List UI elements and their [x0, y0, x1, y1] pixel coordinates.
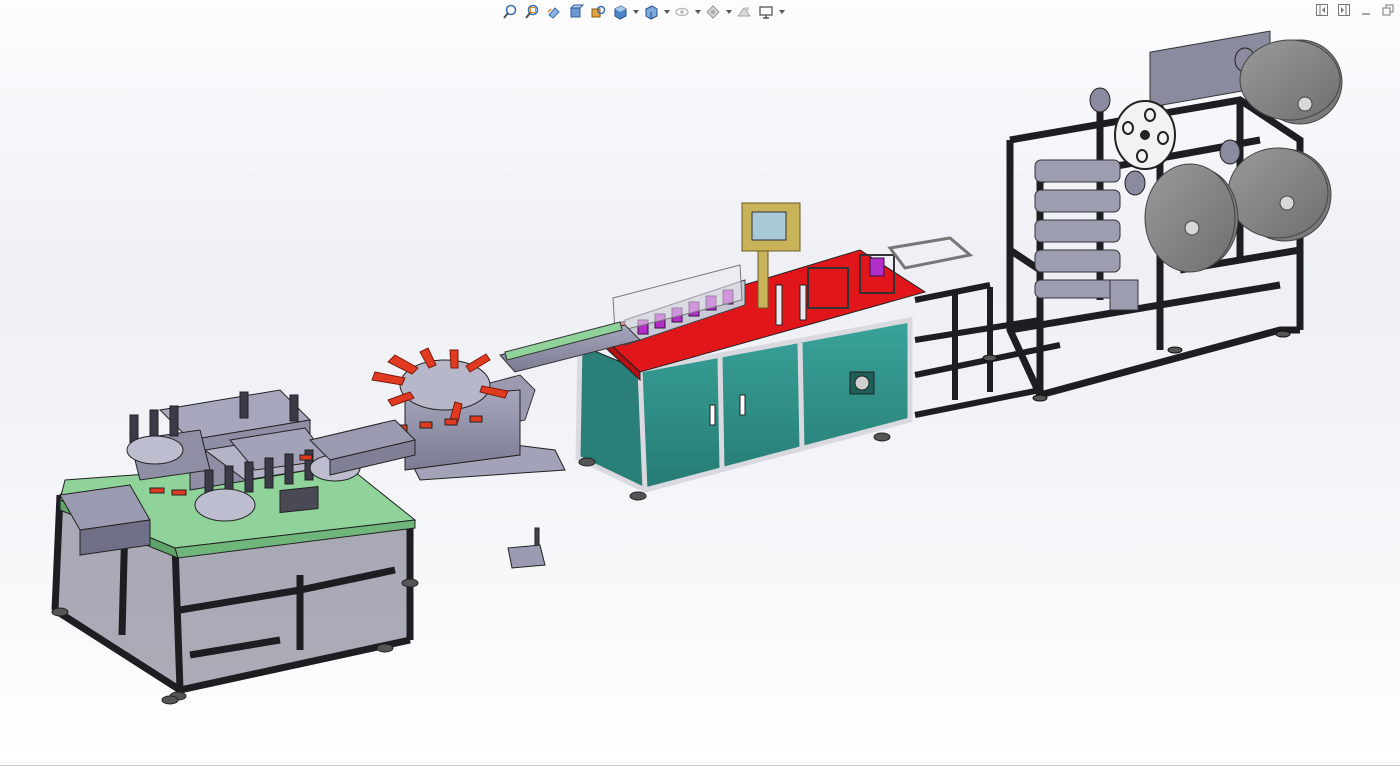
section-view-icon: [569, 4, 584, 18]
zoom-to-fit-icon: [503, 4, 517, 19]
model-viewport[interactable]: [0, 0, 1400, 766]
dynamic-annotation-button[interactable]: [588, 2, 608, 22]
view-settings-dropdown[interactable]: [778, 2, 785, 22]
apply-scene-icon: [737, 7, 751, 17]
edit-appearance-dropdown[interactable]: [725, 2, 732, 22]
minimize-button[interactable]: [1358, 2, 1374, 18]
ear-loop-welding-machine: [51, 389, 419, 705]
caret-down-icon: [725, 10, 732, 14]
hide-show-items-dropdown[interactable]: [694, 2, 701, 22]
section-view-button[interactable]: [566, 2, 586, 22]
window-controls: [1314, 2, 1396, 18]
caret-down-icon: [663, 10, 670, 14]
apply-scene-button[interactable]: [734, 2, 754, 22]
minimize-icon: [1362, 13, 1370, 15]
caret-down-icon: [632, 10, 639, 14]
production-line-assembly-drawing: [51, 30, 1343, 705]
display-style-button[interactable]: [641, 2, 661, 22]
restore-icon: [1382, 4, 1394, 16]
caret-down-icon: [778, 10, 785, 14]
material-roll: [1144, 163, 1239, 273]
zoom-to-area-icon: [525, 4, 539, 19]
view-settings-icon: [759, 6, 773, 19]
caret-down-icon: [694, 10, 701, 14]
heads-up-view-toolbar: [500, 0, 785, 24]
zoom-to-fit-button[interactable]: [500, 2, 520, 22]
tile-right-icon: [1338, 4, 1350, 16]
previous-view-icon: [547, 7, 560, 19]
hide-show-items-icon: [675, 7, 689, 17]
dynamic-annotation-icon: [591, 5, 606, 18]
tile-right-button[interactable]: [1336, 2, 1352, 18]
view-orientation-icon: [614, 5, 627, 20]
spoked-reel: [1114, 100, 1176, 170]
tile-left-icon: [1316, 4, 1328, 16]
tile-left-button[interactable]: [1314, 2, 1330, 18]
restore-button[interactable]: [1380, 2, 1396, 18]
unwind-station: [914, 30, 1343, 418]
view-orientation-button[interactable]: [610, 2, 630, 22]
view-settings-button[interactable]: [756, 2, 776, 22]
hide-show-items-button[interactable]: [672, 2, 692, 22]
forming-machine: [575, 202, 974, 501]
zoom-to-area-button[interactable]: [522, 2, 542, 22]
display-style-icon: [645, 5, 658, 20]
view-orientation-dropdown[interactable]: [632, 2, 639, 22]
display-style-dropdown[interactable]: [663, 2, 670, 22]
edit-appearance-icon: [706, 5, 720, 19]
previous-view-button[interactable]: [544, 2, 564, 22]
edit-appearance-button[interactable]: [703, 2, 723, 22]
